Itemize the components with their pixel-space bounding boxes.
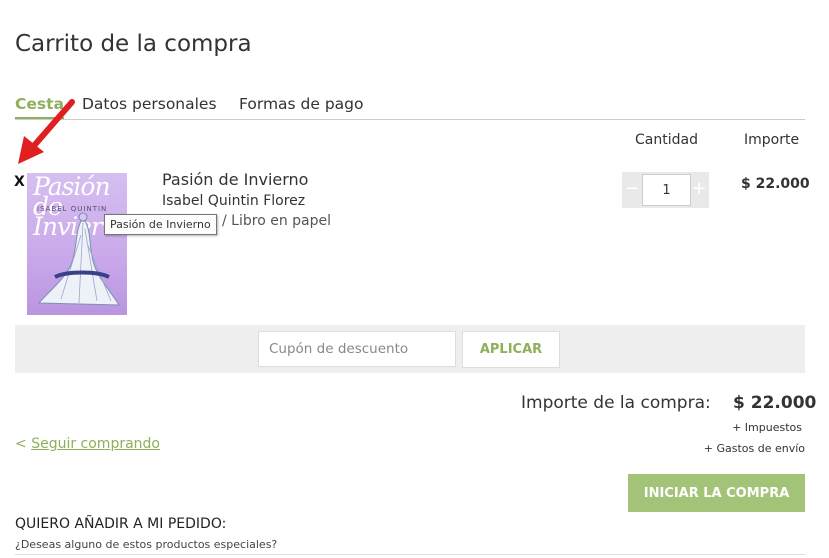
continue-label: Seguir comprando xyxy=(31,436,160,452)
cover-illustration xyxy=(37,212,120,306)
addons-subtitle: ¿Deseas alguno de estos productos especi… xyxy=(15,538,278,551)
remove-item-button[interactable]: X xyxy=(14,174,25,190)
increase-quantity-button[interactable]: + xyxy=(689,172,709,208)
quantity-stepper: − + xyxy=(622,172,709,208)
quantity-input[interactable] xyxy=(642,174,691,206)
page-title: Carrito de la compra xyxy=(15,31,252,57)
book-cover-image[interactable]: Pasión de Invierno ISABEL QUINTIN xyxy=(27,173,127,315)
column-header-quantity: Cantidad xyxy=(635,132,698,148)
taxes-note: + Impuestos xyxy=(732,421,802,434)
continue-shopping-link[interactable]: < Seguir comprando xyxy=(15,436,160,452)
tab-formas-de-pago[interactable]: Formas de pago xyxy=(239,94,364,114)
continue-prefix: < xyxy=(15,436,27,452)
column-header-amount: Importe xyxy=(744,132,800,148)
coupon-input[interactable] xyxy=(258,331,456,367)
addons-title: QUIERO AÑADIR A MI PEDIDO: xyxy=(15,516,227,532)
tab-datos-personales[interactable]: Datos personales xyxy=(82,94,217,114)
divider xyxy=(15,554,805,555)
apply-coupon-button[interactable]: APLICAR xyxy=(462,331,560,368)
total-label: Importe de la compra: xyxy=(521,393,711,413)
shipping-note: + Gastos de envío xyxy=(703,442,805,455)
item-price: $ 22.000 xyxy=(741,176,810,192)
decrease-quantity-button[interactable]: − xyxy=(622,172,642,208)
total-value: $ 22.000 xyxy=(733,393,817,413)
red-arrow-icon xyxy=(18,99,75,164)
product-title[interactable]: Pasión de Invierno xyxy=(162,170,308,189)
product-format: / Libro en papel xyxy=(222,213,331,229)
start-checkout-button[interactable]: INICIAR LA COMPRA xyxy=(628,474,805,512)
checkout-tabs: Cesta Datos personales Formas de pago xyxy=(15,94,805,120)
tooltip: Pasión de Invierno xyxy=(104,214,217,235)
product-author: Isabel Quintin Florez xyxy=(162,193,306,209)
